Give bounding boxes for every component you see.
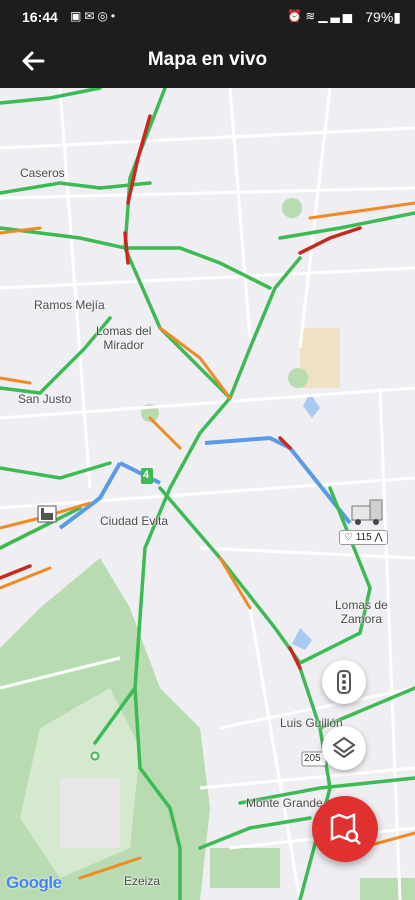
system-icons: ⏰≋▁▃▅ xyxy=(287,9,355,23)
status-bar: 16:44 ▣✉◎• ⏰≋▁▃▅ 79%▮ xyxy=(0,0,415,34)
route-shield-4-label: 4 xyxy=(143,469,150,481)
vehicle-speed-badge[interactable]: ♡ 115 ⋀ xyxy=(339,530,388,545)
map-canvas[interactable] xyxy=(0,88,415,900)
gmail-icon: ✉ xyxy=(84,9,98,23)
traffic-light-icon xyxy=(337,670,351,694)
alarm-icon: ⏰ xyxy=(287,9,306,23)
factory-icon xyxy=(37,505,57,523)
place-caseros: Caseros xyxy=(20,166,65,180)
google-attribution: Google xyxy=(6,873,62,893)
route-shield-205-label: 205 xyxy=(304,753,321,764)
place-ramos-mejia: Ramos Mejía xyxy=(34,298,105,312)
place-ciudad-evita: Ciudad Evita xyxy=(100,514,169,528)
wifi-icon: ≋ xyxy=(305,9,319,23)
park-area xyxy=(360,878,415,900)
dot-icon: • xyxy=(110,9,119,23)
vehicle-speed-value: 115 xyxy=(355,532,372,543)
park-area xyxy=(282,198,302,218)
google-logo: Google xyxy=(6,873,62,892)
battery-level: 79%▮ xyxy=(365,9,401,25)
place-ezeiza: Ezeiza xyxy=(124,874,161,888)
layers-icon xyxy=(332,736,356,759)
map-search-icon xyxy=(330,813,361,845)
place-lomas-de-zamora: Lomas de Zamora xyxy=(335,598,388,626)
place-san-justo: San Justo xyxy=(18,392,72,406)
status-time: 16:44 xyxy=(22,9,58,25)
direction-icon: ⋀ xyxy=(374,532,383,543)
notification-icons: ▣✉◎• xyxy=(70,9,118,23)
live-map[interactable]: Caseros Ramos Mejía Lomas del Mirador Sa… xyxy=(0,88,415,900)
place-lomas-del-mirador: Lomas del Mirador xyxy=(96,324,152,352)
traffic-toggle-button[interactable] xyxy=(322,660,366,704)
heart-icon: ♡ xyxy=(344,532,353,543)
park-area xyxy=(288,368,308,388)
whatsapp-icon: ◎ xyxy=(97,9,111,23)
route-start-marker xyxy=(90,751,100,761)
park-area xyxy=(60,778,120,848)
app-bar: Mapa en vivo xyxy=(0,34,415,88)
page-title: Mapa en vivo xyxy=(147,49,268,70)
battery-icon: ▮ xyxy=(393,9,401,25)
park-area xyxy=(210,848,280,888)
signal-icon: ▁▃▅ xyxy=(318,9,355,23)
map-search-button[interactable] xyxy=(312,796,378,862)
layers-button[interactable] xyxy=(322,726,366,770)
image-icon: ▣ xyxy=(70,9,85,23)
